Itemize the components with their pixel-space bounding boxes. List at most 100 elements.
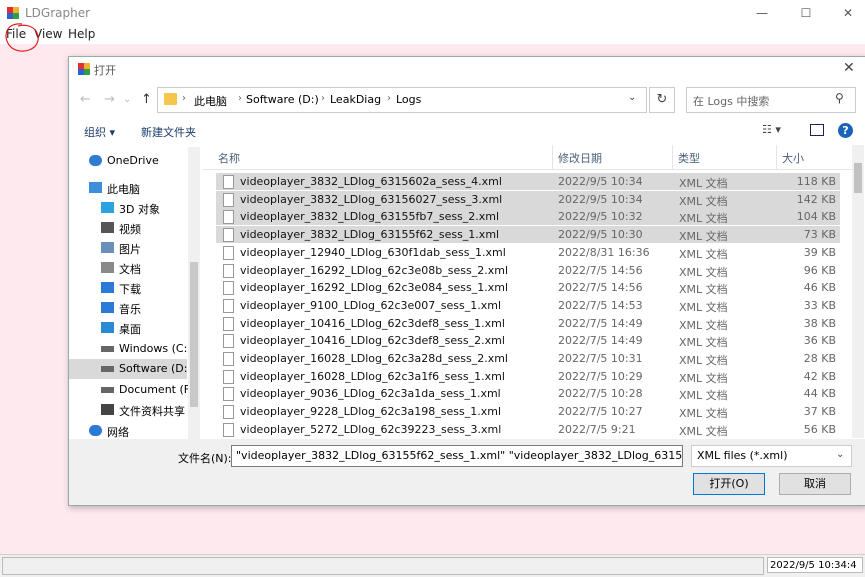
file-type: XML 文档 xyxy=(679,265,728,279)
file-size: 39 KB xyxy=(803,245,836,259)
dialog-title: 打开 xyxy=(94,64,116,77)
filename-value: "videoplayer_3832_LDlog_63155f62_sess_1.… xyxy=(236,449,683,462)
help-icon[interactable]: ? xyxy=(838,123,853,138)
file-name: videoplayer_16292_LDlog_62c3e08b_sess_2.… xyxy=(240,263,509,277)
filetype-select[interactable]: XML files (*.xml) ⌄ xyxy=(691,445,852,467)
nav-item[interactable]: 音乐 xyxy=(69,298,187,318)
nav-item[interactable]: Software (D:) xyxy=(69,359,192,379)
nav-item[interactable]: 图片 xyxy=(69,238,187,258)
nav-item[interactable]: Document (F:) xyxy=(69,380,197,400)
organize-button[interactable]: 组织 ▾ xyxy=(84,124,115,140)
file-date: 2022/7/5 10:29 xyxy=(558,369,643,383)
cancel-button[interactable]: 取消 xyxy=(779,473,851,495)
list-header: 名称 修改日期 类型 大小 xyxy=(202,145,852,170)
nav-item-label: 网络 xyxy=(107,426,129,439)
file-icon xyxy=(223,245,234,260)
nav-item-label: Document (F:) xyxy=(119,383,198,396)
table-row[interactable]: videoplayer_9036_LDlog_62c3a1da_sess_1.x… xyxy=(216,385,840,402)
table-row[interactable]: videoplayer_3832_LDlog_6315602a_sess_4.x… xyxy=(216,173,840,190)
table-row[interactable]: videoplayer_16292_LDlog_62c3e08b_sess_2.… xyxy=(216,262,840,279)
nav-item[interactable]: 3D 对象 xyxy=(69,198,187,218)
menu-file[interactable]: File xyxy=(6,27,26,41)
breadcrumb-leakdiag[interactable]: LeakDiag xyxy=(330,93,381,106)
table-row[interactable]: videoplayer_16292_LDlog_62c3e084_sess_1.… xyxy=(216,279,840,296)
column-date[interactable]: 修改日期 xyxy=(558,150,602,166)
nav-item[interactable]: OneDrive xyxy=(69,151,187,171)
file-date: 2022/7/5 10:31 xyxy=(558,352,643,365)
file-icon xyxy=(223,352,234,366)
menu-help[interactable]: Help xyxy=(68,27,95,41)
file-name: videoplayer_9228_LDlog_62c3a198_sess_1.x… xyxy=(240,405,502,419)
nav-item-label: 文档 xyxy=(119,263,141,276)
nav-item-label: Software (D:) xyxy=(119,362,192,375)
table-row[interactable]: videoplayer_10416_LDlog_62c3def8_sess_2.… xyxy=(216,332,840,349)
open-button[interactable]: 打开(O) xyxy=(693,473,765,495)
table-row[interactable]: videoplayer_3832_LDlog_63155f62_sess_1.x… xyxy=(216,226,840,244)
table-row[interactable]: videoplayer_10416_LDlog_62c3def8_sess_1.… xyxy=(216,315,840,332)
nav-item[interactable]: 视频 xyxy=(69,218,187,238)
view-options-icon[interactable]: ☷ ▾ xyxy=(762,123,781,136)
table-row[interactable]: videoplayer_9100_LDlog_62c3e007_sess_1.x… xyxy=(216,297,840,314)
table-row[interactable]: videoplayer_16028_LDlog_62c3a28d_sess_2.… xyxy=(216,350,840,367)
file-icon xyxy=(223,263,234,278)
nav-scrollbar-thumb[interactable] xyxy=(190,262,198,407)
file-type: XML 文档 xyxy=(679,389,728,403)
recent-dropdown-icon[interactable]: ⌄ xyxy=(123,94,131,105)
new-folder-button[interactable]: 新建文件夹 xyxy=(141,124,196,140)
filetype-value: XML files (*.xml) xyxy=(697,449,788,462)
drive-icon xyxy=(101,346,114,352)
table-row[interactable]: videoplayer_9228_LDlog_62c3a198_sess_1.x… xyxy=(216,403,840,420)
nav-item[interactable]: 文件资料共享 (\ xyxy=(69,400,197,420)
dialog-close-icon[interactable]: ✕ xyxy=(843,60,855,76)
dialog-bottom-panel: 文件名(N): "videoplayer_3832_LDlog_63155f62… xyxy=(69,439,865,505)
file-icon xyxy=(223,369,234,384)
file-size: 46 KB xyxy=(803,281,836,295)
column-type[interactable]: 类型 xyxy=(678,150,700,166)
nav-item-label: OneDrive xyxy=(107,154,159,167)
refresh-button[interactable]: ↻ xyxy=(649,87,675,113)
table-row[interactable]: videoplayer_3832_LDlog_63156027_sess_3.x… xyxy=(216,190,840,208)
column-size[interactable]: 大小 xyxy=(782,150,804,166)
computer-icon xyxy=(89,182,102,193)
close-icon[interactable]: ✕ xyxy=(838,4,858,22)
drive-icon xyxy=(101,387,114,393)
file-size: 118 KB xyxy=(796,175,836,188)
table-row[interactable]: videoplayer_3832_LDlog_63155fb7_sess_2.x… xyxy=(216,208,840,226)
file-date: 2022/7/5 14:49 xyxy=(558,334,643,348)
nav-item[interactable]: 桌面 xyxy=(69,318,187,338)
network-drive-icon xyxy=(101,404,114,415)
file-date: 2022/7/5 10:27 xyxy=(558,405,643,419)
list-scrollbar-thumb[interactable] xyxy=(854,163,862,193)
back-icon[interactable]: ← xyxy=(80,92,91,107)
breadcrumb-logs[interactable]: Logs xyxy=(396,93,421,106)
preview-pane-icon[interactable] xyxy=(810,124,824,136)
nav-item[interactable]: 下载 xyxy=(69,278,187,298)
up-icon[interactable]: ↑ xyxy=(141,92,152,107)
filename-input[interactable]: "videoplayer_3832_LDlog_63155f62_sess_1.… xyxy=(231,445,683,467)
search-box[interactable]: 在 Logs 中搜索 ⚲ xyxy=(686,87,856,113)
table-row[interactable]: videoplayer_12940_LDlog_630f1dab_sess_1.… xyxy=(216,244,840,261)
nav-item[interactable]: 网络 xyxy=(69,421,187,439)
table-row[interactable]: videoplayer_5272_LDlog_62c39223_sess_3.x… xyxy=(216,421,840,438)
chevron-down-icon[interactable]: ⌄ xyxy=(628,92,636,103)
breadcrumb-this-pc[interactable]: 此电脑 xyxy=(194,93,227,109)
menu-bar: File View Help xyxy=(0,26,865,44)
file-size: 36 KB xyxy=(803,334,836,348)
table-row[interactable]: videoplayer_16028_LDlog_62c3a1f6_sess_1.… xyxy=(216,368,840,385)
file-name: videoplayer_10416_LDlog_62c3def8_sess_2.… xyxy=(240,334,505,348)
file-type: XML 文档 xyxy=(679,371,728,385)
file-size: 96 KB xyxy=(803,263,836,277)
minimize-icon[interactable]: — xyxy=(752,4,772,22)
nav-item[interactable]: 此电脑 xyxy=(69,178,187,198)
maximize-icon[interactable]: ☐ xyxy=(796,4,816,22)
forward-icon[interactable]: → xyxy=(104,92,115,107)
nav-item[interactable]: 文档 xyxy=(69,258,187,278)
file-size: 38 KB xyxy=(803,316,836,330)
nav-item-label: 图片 xyxy=(119,243,141,256)
breadcrumb-software[interactable]: Software (D:) xyxy=(246,93,319,106)
address-bar[interactable]: › 此电脑 › Software (D:) › LeakDiag › Logs … xyxy=(157,87,647,113)
menu-view[interactable]: View xyxy=(34,27,62,41)
nav-item-label: 下载 xyxy=(119,283,141,296)
column-name[interactable]: 名称 xyxy=(218,150,240,166)
nav-item[interactable]: Windows (C:) xyxy=(69,339,192,359)
